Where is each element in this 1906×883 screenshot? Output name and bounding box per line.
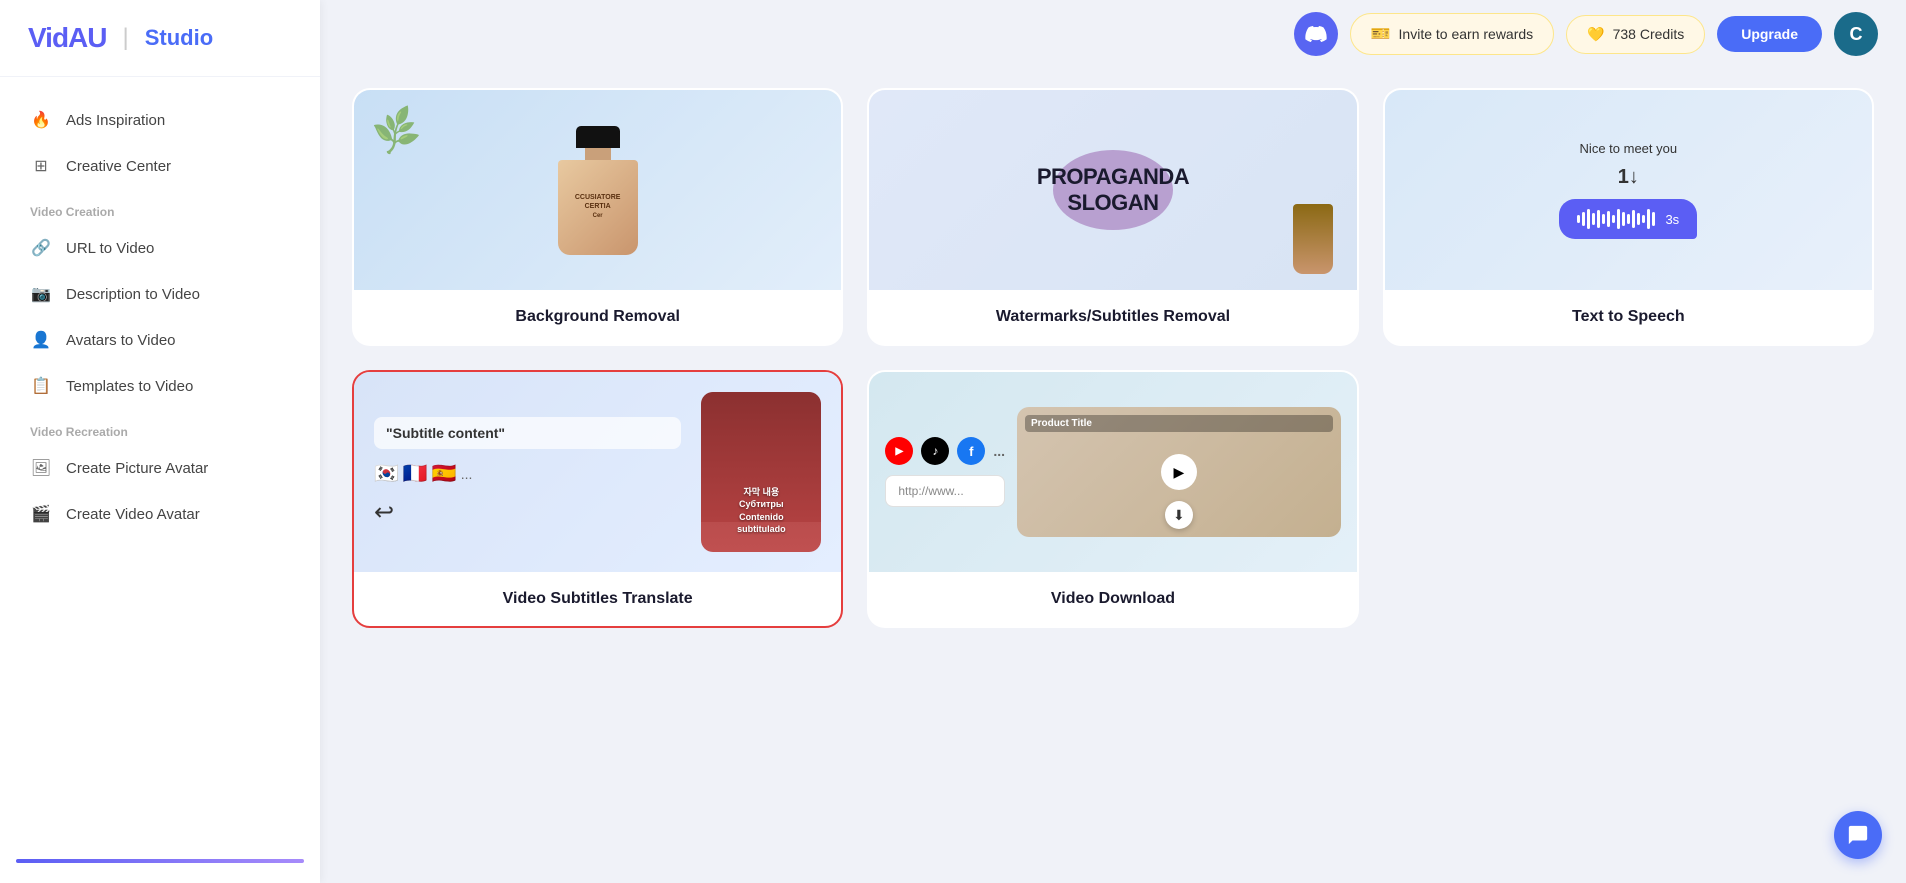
templates-icon: 📋: [30, 375, 52, 397]
card-thumbnail-bg-removal: 🌿 CCUSIATORECERTIACer: [354, 90, 841, 290]
section-label-video-creation: Video Creation: [16, 189, 304, 225]
sidebar-item-label: Templates to Video: [66, 378, 193, 395]
sidebar-item-label: Description to Video: [66, 286, 200, 303]
url-box: http://www...: [885, 475, 1005, 507]
sidebar-item-label: Creative Center: [66, 158, 171, 175]
card-label-video-download: Video Download: [869, 572, 1356, 626]
logo-divider: |: [123, 24, 129, 52]
more-icon: ...: [993, 443, 1005, 459]
user-avatar[interactable]: C: [1834, 12, 1878, 56]
sidebar-navigation: 🔥 Ads Inspiration ⊞ Creative Center Vide…: [0, 77, 320, 839]
card-label-watermarks-removal: Watermarks/Subtitles Removal: [869, 290, 1356, 344]
tiktok-icon: ♪: [921, 437, 949, 465]
sidebar-item-ads-inspiration[interactable]: 🔥 Ads Inspiration: [16, 97, 304, 143]
discord-button[interactable]: [1294, 12, 1338, 56]
credits-icon: 💛: [1587, 26, 1604, 43]
sidebar-item-label: URL to Video: [66, 240, 154, 257]
avatars-icon: 👤: [30, 329, 52, 351]
cards-grid: 🌿 CCUSIATORECERTIACer Background Removal: [352, 88, 1874, 628]
sidebar-item-creative-center[interactable]: ⊞ Creative Center: [16, 143, 304, 189]
invite-rewards-button[interactable]: 🎫 Invite to earn rewards: [1350, 13, 1555, 55]
credits-button[interactable]: 💛 738 Credits: [1566, 15, 1705, 54]
ads-inspiration-icon: 🔥: [30, 109, 52, 131]
card-watermarks-removal[interactable]: PROPAGANDA SLOGAN Watermarks/Subtitles R…: [867, 88, 1358, 346]
invite-icon: 🎫: [1371, 24, 1391, 44]
sidebar-item-create-video-avatar[interactable]: 🎬 Create Video Avatar: [16, 491, 304, 537]
card-thumbnail-tts: Nice to meet you 1↓: [1385, 90, 1872, 290]
invite-label: Invite to earn rewards: [1399, 26, 1534, 42]
card-label-text-to-speech: Text to Speech: [1385, 290, 1872, 344]
card-label-background-removal: Background Removal: [354, 290, 841, 344]
main-container: 🎫 Invite to earn rewards 💛 738 Credits U…: [320, 0, 1906, 883]
description-icon: 📷: [30, 283, 52, 305]
card-thumbnail-subtitles: "Subtitle content" 🇰🇷 🇫🇷 🇪🇸 ... ↩: [354, 372, 841, 572]
download-thumbnail: Product Title ▶ ⬇: [1017, 407, 1341, 537]
section-label-video-recreation: Video Recreation: [16, 409, 304, 445]
card-thumbnail-watermarks: PROPAGANDA SLOGAN: [869, 90, 1356, 290]
sidebar-item-description-to-video[interactable]: 📷 Description to Video: [16, 271, 304, 317]
card-label-subtitles-translate: Video Subtitles Translate: [354, 572, 841, 626]
sidebar-item-avatars-to-video[interactable]: 👤 Avatars to Video: [16, 317, 304, 363]
card-background-removal[interactable]: 🌿 CCUSIATORECERTIACer Background Removal: [352, 88, 843, 346]
credits-label: 738 Credits: [1613, 26, 1685, 42]
picture-avatar-icon: 🖼: [30, 457, 52, 479]
card-video-subtitles-translate[interactable]: "Subtitle content" 🇰🇷 🇫🇷 🇪🇸 ... ↩: [352, 370, 843, 628]
sidebar-item-create-picture-avatar[interactable]: 🖼 Create Picture Avatar: [16, 445, 304, 491]
sidebar-logo: VidAU | Studio: [0, 0, 320, 77]
tts-waveform: [1577, 209, 1655, 229]
sidebar: VidAU | Studio 🔥 Ads Inspiration ⊞ Creat…: [0, 0, 320, 883]
sidebar-item-templates-to-video[interactable]: 📋 Templates to Video: [16, 363, 304, 409]
card-text-to-speech[interactable]: Nice to meet you 1↓: [1383, 88, 1874, 346]
brand-logo: VidAU: [28, 22, 107, 54]
main-content: 🌿 CCUSIATORECERTIACer Background Removal: [320, 68, 1906, 883]
sidebar-item-label: Create Picture Avatar: [66, 460, 208, 477]
youtube-icon: ▶: [885, 437, 913, 465]
header: 🎫 Invite to earn rewards 💛 738 Credits U…: [320, 0, 1906, 68]
sidebar-item-label: Ads Inspiration: [66, 112, 165, 129]
sidebar-item-url-to-video[interactable]: 🔗 URL to Video: [16, 225, 304, 271]
sidebar-item-label: Avatars to Video: [66, 332, 176, 349]
download-icon: ⬇: [1165, 501, 1193, 529]
video-avatar-icon: 🎬: [30, 503, 52, 525]
sidebar-item-label: Create Video Avatar: [66, 506, 200, 523]
chat-button[interactable]: [1834, 811, 1882, 859]
facebook-icon: f: [957, 437, 985, 465]
url-icon: 🔗: [30, 237, 52, 259]
card-video-download[interactable]: ▶ ♪ f ... http://www... Product Title ▶ …: [867, 370, 1358, 628]
product-name: Studio: [145, 25, 213, 51]
sidebar-accent-bar: [16, 859, 304, 863]
creative-center-icon: ⊞: [30, 155, 52, 177]
upgrade-button[interactable]: Upgrade: [1717, 16, 1822, 52]
card-thumbnail-download: ▶ ♪ f ... http://www... Product Title ▶ …: [869, 372, 1356, 572]
